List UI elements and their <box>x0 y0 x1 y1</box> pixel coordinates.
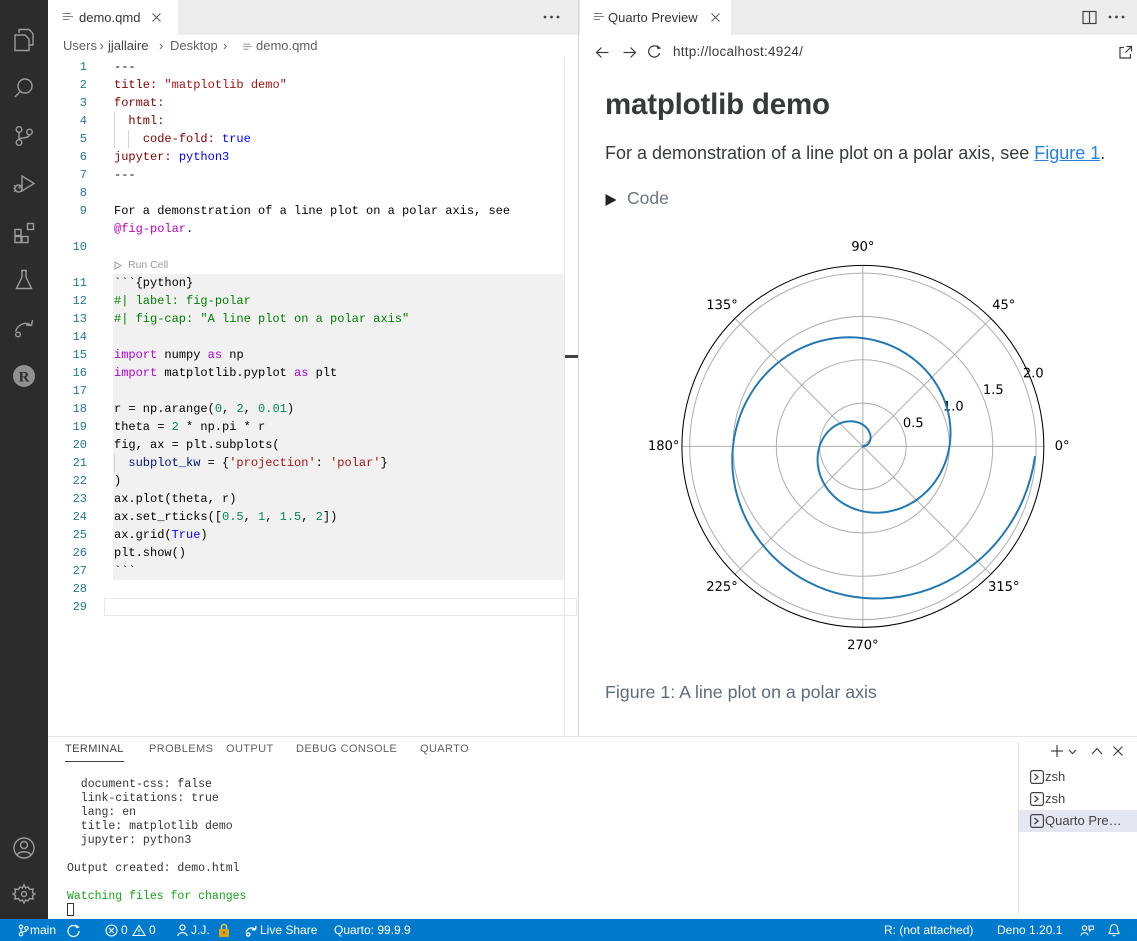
svg-text:R: R <box>19 370 30 386</box>
